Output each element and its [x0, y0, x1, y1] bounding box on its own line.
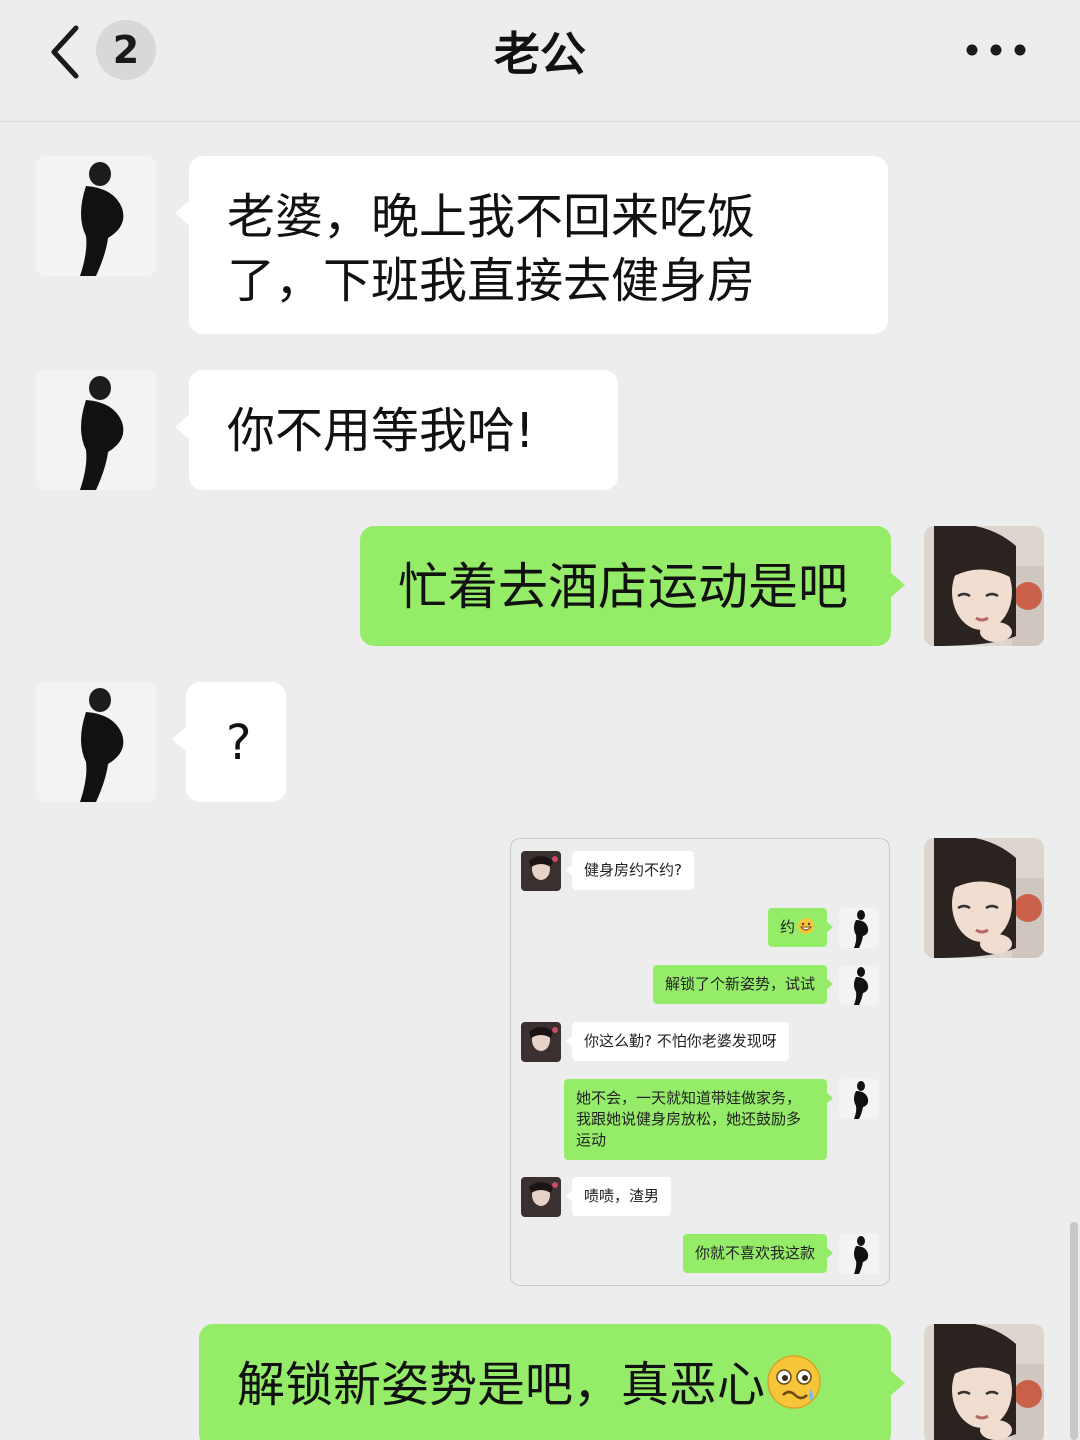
mini-message-incoming: 啧啧，渣男	[565, 1177, 672, 1216]
chat-screen: 2 老公 老婆，晚上我不回来吃饭了，下班我直接去健身房 你不用等我哈! 忙着去酒…	[0, 0, 1080, 1440]
my-avatar[interactable]	[924, 1324, 1044, 1440]
message-bubble-incoming[interactable]: 老婆，晚上我不回来吃饭了，下班我直接去健身房	[175, 156, 888, 334]
woozy-tear-emoji	[767, 1355, 821, 1409]
ellipsis-icon	[966, 44, 1026, 56]
chat-screenshot-image[interactable]: 健身房约不约? 约 解锁了个新姿势，试试 你这么勤? 不怕你老婆发现呀 她不会，…	[510, 838, 890, 1286]
silhouette-avatar-image	[36, 370, 156, 490]
message-bubble-incoming[interactable]: ?	[172, 682, 286, 802]
mini-message-outgoing: 解锁了个新姿势，试试	[652, 965, 834, 1004]
mini-avatar-husband	[839, 965, 879, 1005]
more-options-button[interactable]	[964, 40, 1028, 60]
husband-avatar[interactable]	[36, 156, 156, 276]
message-bubble-outgoing[interactable]: 忙着去酒店运动是吧	[360, 526, 905, 646]
girl-portrait-avatar-image	[924, 526, 1044, 646]
message-bubble-outgoing[interactable]: 解锁新姿势是吧，真恶心	[199, 1324, 905, 1440]
mini-avatar-husband	[839, 1234, 879, 1274]
silhouette-avatar-image	[36, 156, 156, 276]
chat-header: 2 老公	[0, 0, 1080, 122]
mini-avatar-husband	[839, 1079, 879, 1119]
grinning-sweat-emoji	[798, 918, 814, 934]
mini-message-incoming: 健身房约不约?	[566, 851, 694, 890]
mini-avatar-husband	[839, 908, 879, 948]
chat-title: 老公	[494, 27, 586, 81]
mini-message-outgoing: 她不会，一天就知道带娃做家务，我跟她说健身房放松，她还鼓励多运动	[564, 1079, 833, 1160]
husband-avatar[interactable]	[36, 682, 156, 802]
my-avatar[interactable]	[924, 526, 1044, 646]
mini-avatar-other	[521, 1022, 561, 1062]
girl-portrait-avatar-image	[924, 838, 1044, 958]
message-bubble-incoming[interactable]: 你不用等我哈!	[175, 370, 618, 490]
mini-message-text: 约	[779, 918, 795, 936]
girl-portrait-avatar-image	[924, 1324, 1044, 1440]
mini-avatar-other	[521, 1177, 561, 1217]
silhouette-avatar-image	[36, 682, 156, 802]
my-avatar[interactable]	[924, 838, 1044, 958]
mini-message-outgoing: 你就不喜欢我这款	[682, 1234, 834, 1273]
mini-avatar-other	[521, 851, 561, 891]
mini-message-incoming: 你这么勤? 不怕你老婆发现呀	[566, 1022, 789, 1061]
husband-avatar[interactable]	[36, 370, 156, 490]
message-text: 解锁新姿势是吧，真恶心	[237, 1357, 766, 1413]
mini-message-outgoing: 约	[767, 908, 834, 947]
scrollbar[interactable]	[1070, 1222, 1078, 1440]
